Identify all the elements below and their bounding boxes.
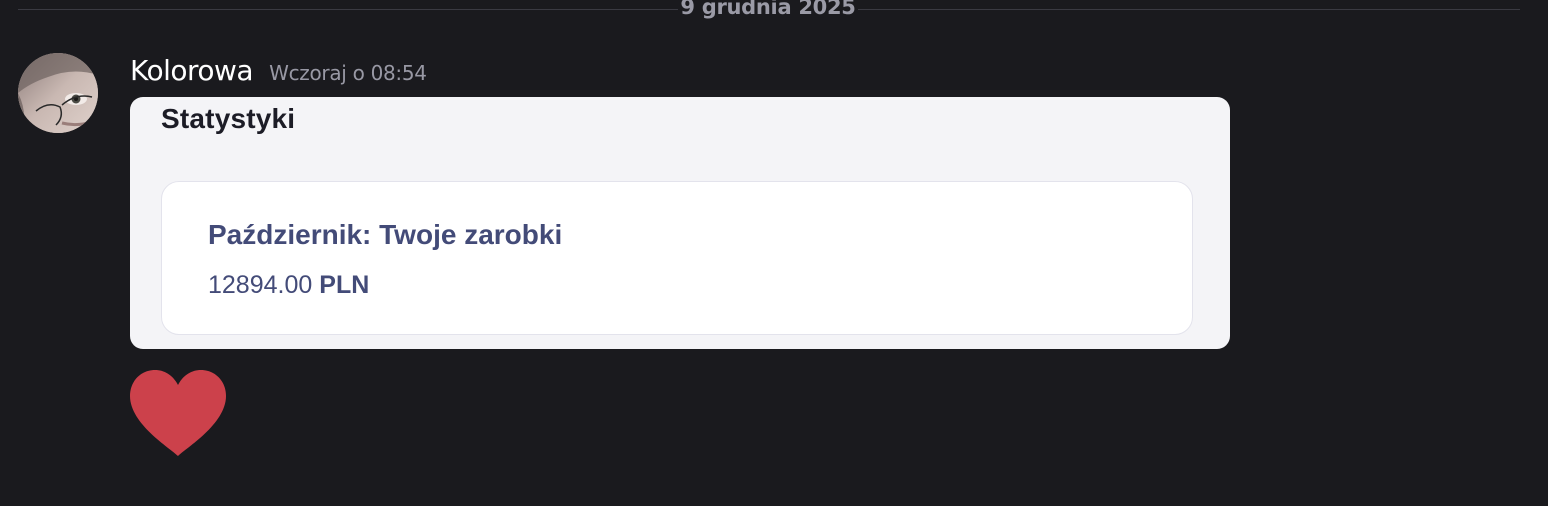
earnings-currency: PLN [319, 271, 370, 299]
earnings-card: Październik: Twoje zarobki 12894.00 PLN [161, 181, 1193, 335]
heart-icon [130, 370, 226, 456]
divider-line-left [18, 9, 678, 10]
message-timestamp: Wczoraj o 08:54 [269, 61, 427, 85]
earnings-value: 12894.00 PLN [208, 271, 369, 300]
stats-embed: Statystyki Październik: Twoje zarobki 12… [130, 97, 1230, 349]
embed-title: Statystyki [161, 103, 296, 134]
heart-reaction[interactable] [130, 370, 226, 458]
avatar[interactable] [18, 53, 98, 133]
chat-view: 9 grudnia 2025 Kolorowa Wczoraj o 08:54 … [0, 0, 1548, 506]
date-divider: 9 grudnia 2025 [18, 0, 1520, 20]
author-name[interactable]: Kolorowa [130, 54, 254, 87]
divider-date-label: 9 grudnia 2025 [680, 0, 856, 19]
avatar-photo-icon [18, 53, 98, 133]
earnings-heading: Październik: Twoje zarobki [208, 219, 563, 250]
earnings-amount: 12894.00 [208, 271, 313, 299]
message-header: Kolorowa Wczoraj o 08:54 [130, 54, 427, 90]
divider-line-right [858, 9, 1520, 10]
